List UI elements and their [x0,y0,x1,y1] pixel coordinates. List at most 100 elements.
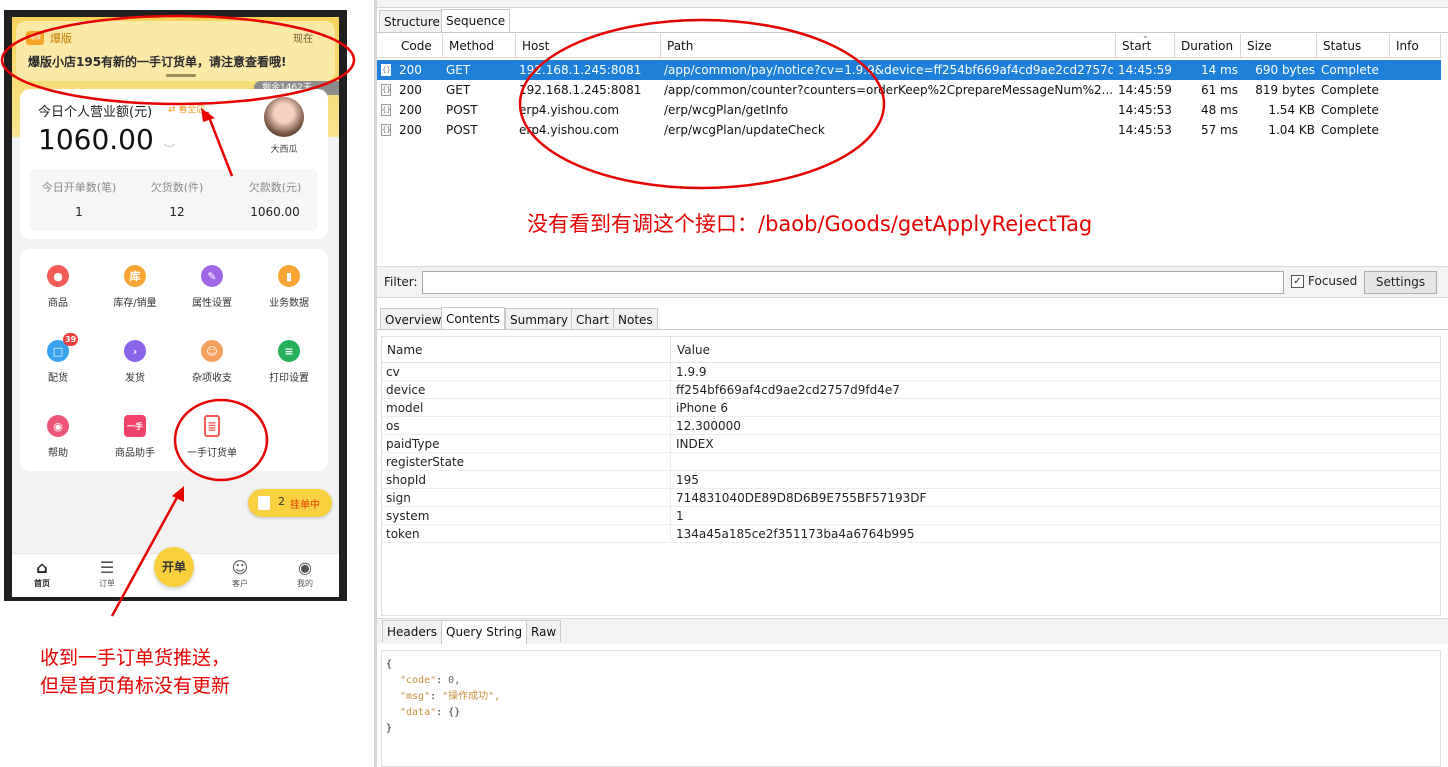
kv-header-value: Value [677,343,710,357]
param-row[interactable]: model iPhone 6 [382,399,1442,417]
cell-method: POST [446,123,478,137]
filter-input[interactable] [422,271,1284,294]
settings-button[interactable]: Settings [1364,271,1437,294]
param-row[interactable]: registerState [382,453,1442,471]
nav-customers[interactable]: ☺ 客户 [218,558,262,589]
view-all-store-link[interactable]: ⇄ 看全店 [168,102,205,115]
param-name: paidType [386,437,440,451]
param-row[interactable]: paidType INDEX [382,435,1442,453]
new-order-button[interactable]: 开单 [154,547,194,587]
grid-item-attributes[interactable]: ✎ 属性设置 [177,265,247,309]
col-path[interactable]: Path [661,34,1116,58]
grid-item-business-data[interactable]: ▮ 业务数据 [254,265,324,309]
tab-notes[interactable]: Notes [613,308,658,330]
param-row[interactable]: device ff254bf669af4cd9ae2cd2757d9fd4e7 [382,381,1442,399]
cell-start: 14:45:53 [1118,103,1172,117]
json-line-msg: "msg": "操作成功", [400,691,501,702]
nav-orders[interactable]: ☰ 订单 [85,558,129,589]
param-value: iPhone 6 [676,401,728,415]
grid-item-help[interactable]: ◉ 帮助 [23,415,93,459]
cell-duration: 14 ms [1200,63,1238,77]
request-type-icon: {} [381,64,391,76]
param-row[interactable]: os 12.300000 [382,417,1442,435]
tab-raw[interactable]: Raw [526,620,562,642]
response-body[interactable]: { "code": 0, "msg": "操作成功", "data": {} } [381,650,1441,767]
focused-checkbox[interactable]: ✓ [1291,275,1304,288]
table-row[interactable]: {} 200 POST erp4.yishou.com/erp/wcgPlan/get… [377,100,1441,120]
cell-code: 200 [399,63,422,77]
nav-home[interactable]: ⌂ 首页 [20,558,64,589]
param-name: model [386,401,424,415]
grid-item-order-sheet[interactable]: ≣ 一手订货单 [177,415,247,459]
nav-profile[interactable]: ◉ 我的 [283,558,327,589]
cell-status: Complete [1321,63,1379,77]
cell-method: POST [446,103,478,117]
json-line-code: "code": 0, [400,675,461,686]
cell-status: Complete [1321,83,1379,97]
misc-income-icon: ☺ [201,340,223,362]
attribute-icon: ✎ [201,265,223,287]
allocation-icon: □ 39 [47,333,79,362]
tab-summary[interactable]: Summary [505,308,573,330]
tab-overview[interactable]: Overview [380,308,447,330]
param-value: 1.9.9 [676,365,707,379]
col-host[interactable]: Host [516,34,661,58]
col-size[interactable]: Size [1241,34,1317,58]
avatar[interactable] [264,97,304,137]
table-row[interactable]: {} 200 GET 192.168.1.245:8081/app/common/pa… [377,60,1441,80]
tab-headers[interactable]: Headers [382,620,442,642]
param-value: 134a45a185ce2f351173ba4a6764b995 [676,527,915,541]
param-row[interactable]: token 134a45a185ce2f351173ba4a6764b995 [382,525,1442,543]
col-status[interactable]: Status [1317,34,1390,58]
app-screen: 爆版 爆版 现在 爆版小店195有新的一手订货单，请注意查看哦! 剩余1462天… [12,17,339,597]
grid-item-product[interactable]: ● 商品 [23,265,93,309]
col-code[interactable]: Code [395,34,443,58]
order-list-icon: ☰ [99,558,115,577]
allocation-badge: 39 [63,333,79,346]
param-row[interactable]: cv 1.9.9 [382,363,1442,381]
cell-status: Complete [1321,123,1379,137]
inspector-annotation: 没有看到有调这个接口：/baob/Goods/getApplyRejectTag [527,212,1093,236]
toolbar-strip [377,0,1448,8]
cell-code: 200 [399,123,422,137]
param-value: 1 [676,509,684,523]
param-value: ff254bf669af4cd9ae2cd2757d9fd4e7 [676,383,900,397]
eye-icon[interactable]: ︶ [164,141,175,157]
customer-icon: ☺ [231,558,249,577]
grid-item-shipping[interactable]: › 发货 [100,340,170,384]
function-grid-card: ● 商品 库 库存/销量 ✎ 属性设置 ▮ 业务数据 □ 39 配货 › 发货 … [20,249,328,471]
grid-item-misc-income[interactable]: ☺ 杂项收支 [177,340,247,384]
app-badge-icon: 爆版 [26,31,44,45]
tab-query-string[interactable]: Query String [441,620,528,644]
user-name: 大西瓜 [270,145,298,155]
param-row[interactable]: system 1 [382,507,1442,525]
push-notification[interactable]: 爆版 爆版 现在 爆版小店195有新的一手订货单，请注意查看哦! [16,21,335,81]
param-row[interactable]: sign 714831040DE89D8D6B9E755BF57193DF [382,489,1442,507]
param-value: 195 [676,473,699,487]
grid-item-allocation[interactable]: □ 39 配货 [23,333,93,384]
cell-code: 200 [399,103,422,117]
cell-host: 192.168.1.245:8081 [519,83,642,97]
shipping-icon: › [124,340,146,362]
cell-start: 14:45:59 [1118,83,1172,97]
grid-item-inventory[interactable]: 库 库存/销量 [100,265,170,309]
col-duration[interactable]: Duration [1175,34,1241,58]
grid-item-product-assistant[interactable]: 一手 商品助手 [100,415,170,459]
print-icon: ≡ [278,340,300,362]
tab-chart[interactable]: Chart [571,308,614,330]
grid-item-print[interactable]: ≡ 打印设置 [254,340,324,384]
cell-start: 14:45:59 [1118,63,1172,77]
param-row[interactable]: shopId 195 [382,471,1442,489]
tab-structure[interactable]: Structure [379,10,445,32]
phone-screenshot: 爆版 爆版 现在 爆版小店195有新的一手订货单，请注意查看哦! 剩余1462天… [4,10,347,601]
table-row[interactable]: {} 200 POST erp4.yishou.com/erp/wcgPlan/upd… [377,120,1441,140]
tab-contents[interactable]: Contents [441,307,505,330]
tab-sequence[interactable]: Sequence [441,9,511,32]
col-info[interactable]: Info [1390,34,1441,58]
help-icon: ◉ [47,415,69,437]
param-value: 12.300000 [676,419,741,433]
pending-orders-button[interactable]: 2 挂单中 [248,489,332,517]
home-icon: ⌂ [36,558,48,577]
col-method[interactable]: Method [443,34,516,58]
table-row[interactable]: {} 200 GET 192.168.1.245:8081/app/common/co… [377,80,1441,100]
